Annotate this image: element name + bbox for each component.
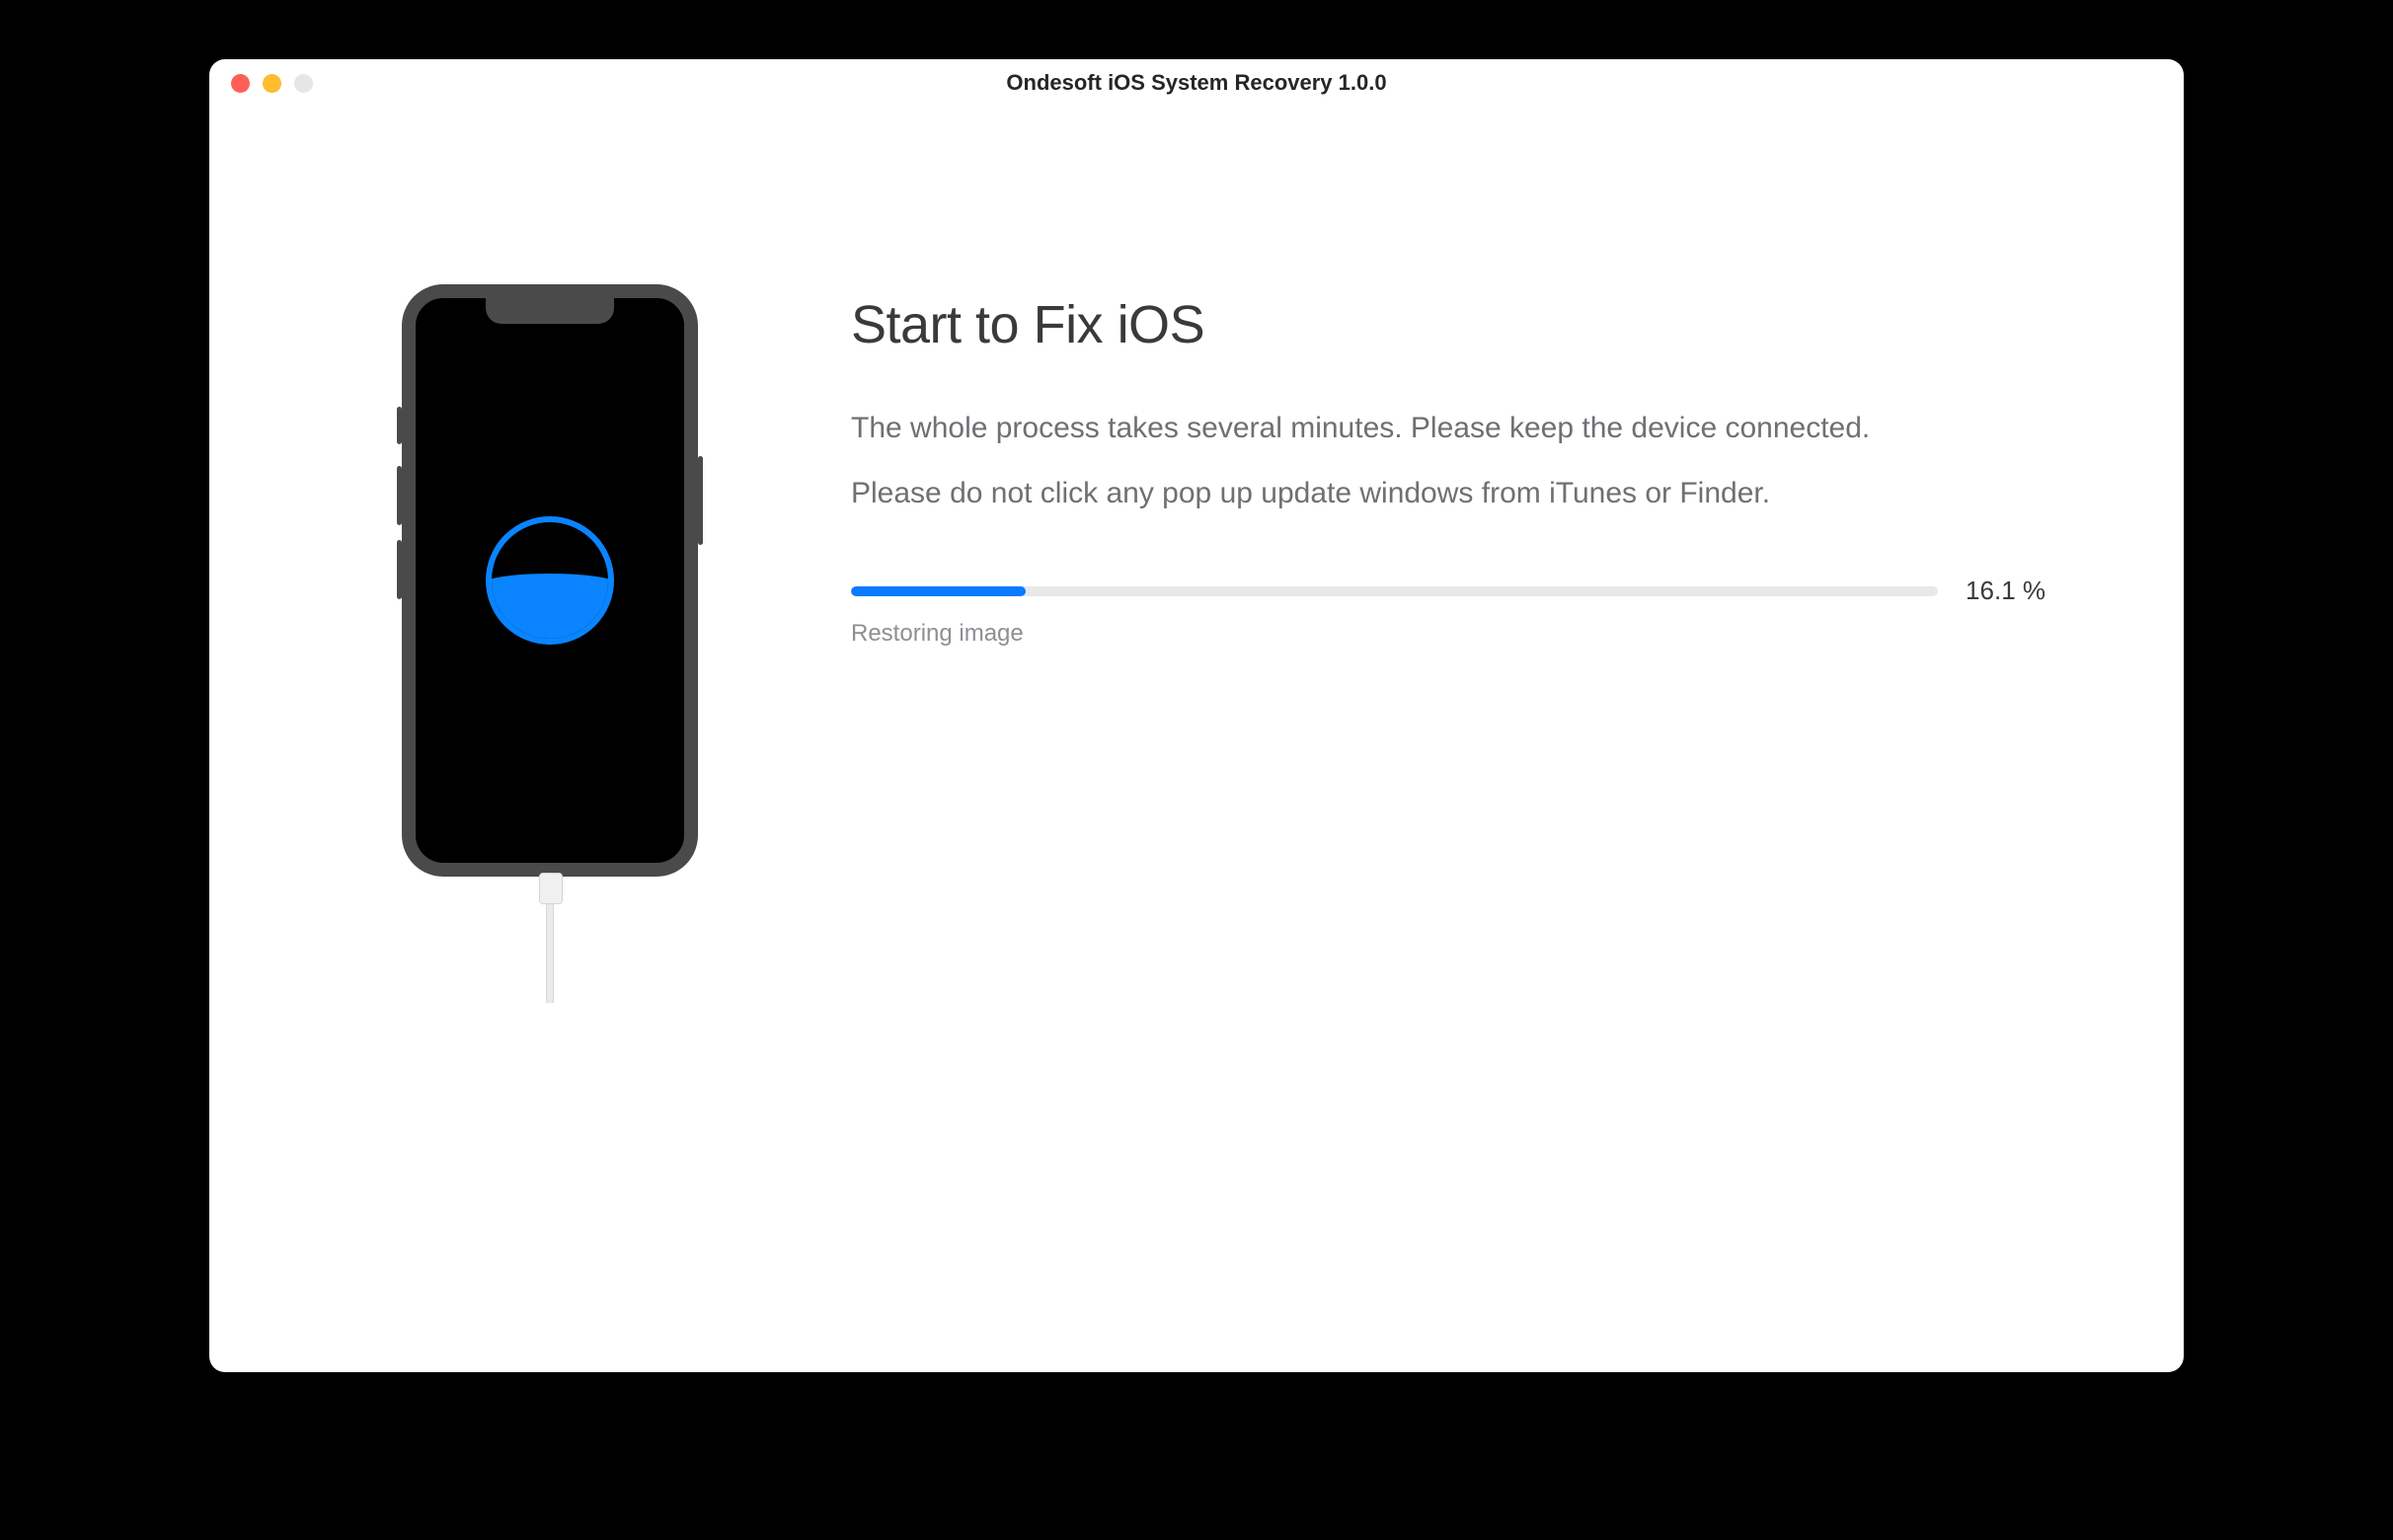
app-window: Ondesoft iOS System Recovery 1.0.0 Start… bbox=[209, 59, 2184, 1372]
device-illustration bbox=[402, 284, 698, 877]
progress-percent-label: 16.1 % bbox=[1966, 576, 2046, 606]
phone-volume-down-icon bbox=[397, 540, 402, 599]
phone-side-button-icon bbox=[698, 456, 703, 545]
description-primary: The whole process takes several minutes.… bbox=[851, 407, 2046, 450]
zoom-window-button[interactable] bbox=[294, 74, 313, 93]
page-heading: Start to Fix iOS bbox=[851, 294, 2046, 355]
progress-fill bbox=[851, 586, 1026, 596]
content: Start to Fix iOS The whole process takes… bbox=[209, 107, 2184, 877]
phone-icon bbox=[402, 284, 698, 877]
cable-wire-icon bbox=[546, 904, 554, 1003]
progress-area: 16.1 % bbox=[851, 576, 2046, 606]
device-column bbox=[308, 274, 792, 877]
minimize-window-button[interactable] bbox=[263, 74, 281, 93]
progress-bar bbox=[851, 586, 1938, 596]
titlebar: Ondesoft iOS System Recovery 1.0.0 bbox=[209, 59, 2184, 107]
cable-plug-icon bbox=[539, 873, 563, 904]
close-window-button[interactable] bbox=[231, 74, 250, 93]
traffic-lights bbox=[209, 74, 313, 93]
cable-icon bbox=[539, 873, 561, 1001]
description-secondary: Please do not click any pop up update wi… bbox=[851, 472, 2046, 515]
phone-mute-switch-icon bbox=[397, 407, 402, 444]
loading-wave-icon bbox=[486, 516, 614, 645]
progress-status-label: Restoring image bbox=[851, 620, 2046, 648]
phone-volume-up-icon bbox=[397, 466, 402, 525]
window-title: Ondesoft iOS System Recovery 1.0.0 bbox=[209, 70, 2184, 96]
main-column: Start to Fix iOS The whole process takes… bbox=[851, 274, 2085, 877]
